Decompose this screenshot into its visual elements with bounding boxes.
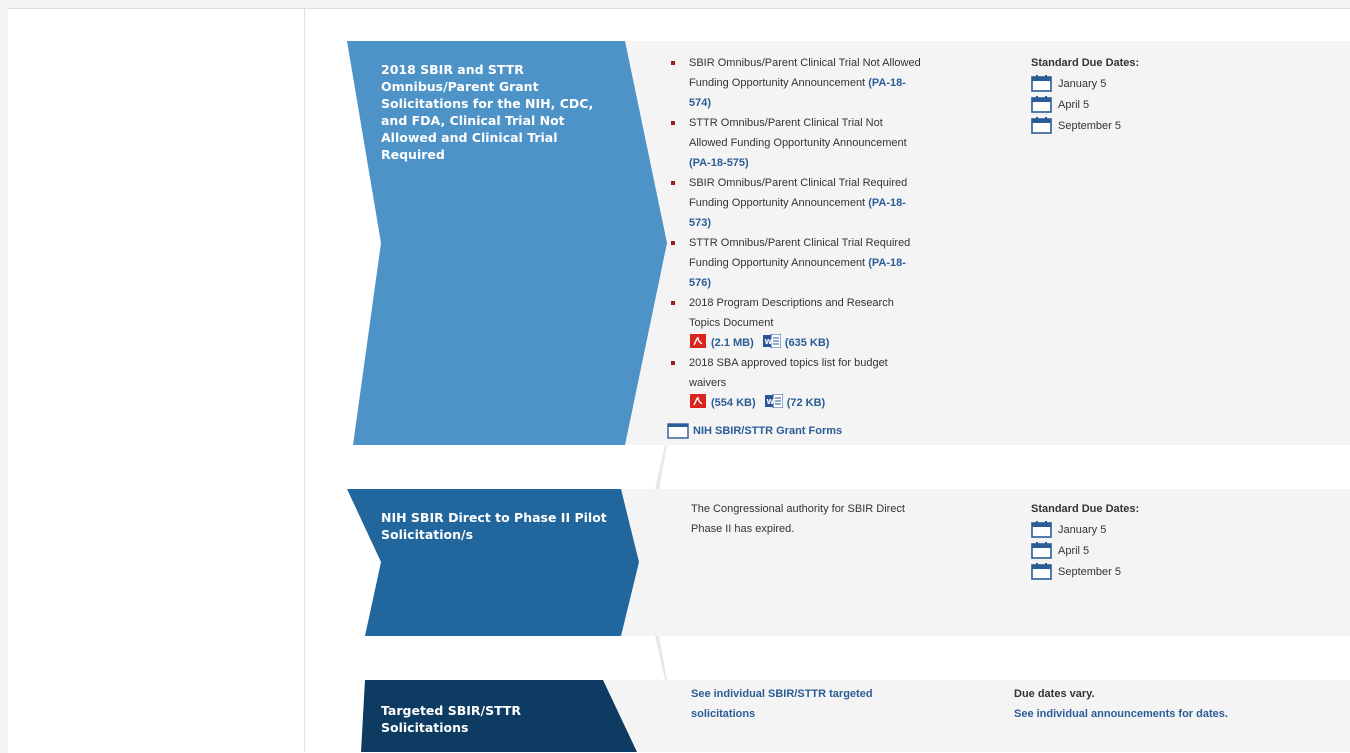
- pdf-icon[interactable]: [689, 394, 707, 408]
- pdf-size-link[interactable]: (554 KB): [711, 397, 756, 409]
- pa-link[interactable]: (PA-18-: [868, 77, 906, 89]
- pa-link-cont[interactable]: 576): [689, 277, 711, 289]
- solicitation-row-omnibus: 2018 SBIR and STTR Omnibus/Parent Grant …: [347, 41, 1350, 445]
- pa-link[interactable]: (PA-18-: [868, 257, 906, 269]
- list-item: 2018 Program Descriptions and Research T…: [667, 293, 967, 353]
- calendar-icon: [1031, 521, 1052, 538]
- grant-forms-link[interactable]: NIH SBIR/STTR Grant Forms: [667, 421, 967, 441]
- list-item: STTR Omnibus/Parent Clinical Trial Not A…: [667, 113, 967, 173]
- left-sidebar: [8, 9, 305, 752]
- description-column: The Congressional authority for SBIR Dir…: [691, 503, 905, 535]
- due-dates-column: Standard Due Dates: January 5 April 5 Se…: [1031, 499, 1231, 582]
- solicitation-row-direct-phase2: NIH SBIR Direct to Phase II Pilot Solici…: [347, 489, 1350, 636]
- pa-link[interactable]: (PA-18-: [868, 197, 906, 209]
- pdf-size-link[interactable]: (2.1 MB): [711, 337, 754, 349]
- due-date-item: April 5: [1031, 540, 1231, 561]
- due-dates-heading: Standard Due Dates:: [1031, 57, 1140, 69]
- calendar-icon: [1031, 563, 1052, 580]
- due-date-item: September 5: [1031, 561, 1231, 582]
- list-item: STTR Omnibus/Parent Clinical Trial Requi…: [667, 233, 967, 293]
- svg-text:W: W: [766, 398, 774, 406]
- due-date-item: April 5: [1031, 94, 1231, 115]
- calendar-icon: [1031, 75, 1052, 92]
- due-date-item: January 5: [1031, 73, 1231, 94]
- window-icon: [667, 423, 689, 439]
- calendar-icon: [1031, 117, 1052, 134]
- row-title: NIH SBIR Direct to Phase II Pilot Solici…: [381, 510, 607, 542]
- list-item: SBIR Omnibus/Parent Clinical Trial Requi…: [667, 173, 967, 233]
- documents-column: SBIR Omnibus/Parent Clinical Trial Not A…: [667, 53, 967, 441]
- pa-link-cont[interactable]: 573): [689, 217, 711, 229]
- pdf-icon[interactable]: [689, 334, 707, 348]
- list-item: SBIR Omnibus/Parent Clinical Trial Not A…: [667, 53, 967, 113]
- due-date-item: September 5: [1031, 115, 1231, 136]
- pa-link[interactable]: (PA-18-575): [689, 157, 749, 169]
- announcements-link[interactable]: See individual announcements for dates.: [1014, 708, 1228, 720]
- row-connector: [655, 636, 669, 680]
- svg-text:W: W: [764, 338, 772, 346]
- due-dates-heading: Standard Due Dates:: [1031, 503, 1140, 515]
- calendar-icon: [1031, 542, 1052, 559]
- grant-forms-label[interactable]: NIH SBIR/STTR Grant Forms: [693, 421, 842, 441]
- description-column: See individual SBIR/STTR targeted solici…: [691, 684, 991, 724]
- due-dates-column: Standard Due Dates: January 5 April 5 Se…: [1031, 53, 1231, 136]
- word-size-link[interactable]: (635 KB): [785, 337, 830, 349]
- row-title: 2018 SBIR and STTR Omnibus/Parent Grant …: [381, 62, 594, 162]
- calendar-icon: [1031, 96, 1052, 113]
- due-dates-heading: Due dates vary.: [1014, 688, 1095, 700]
- row-title: Targeted SBIR/STTR Solicitations: [381, 703, 522, 735]
- list-item: 2018 SBA approved topics list for budget…: [667, 353, 967, 413]
- solicitation-row-targeted: Targeted SBIR/STTR Solicitations See ind…: [347, 680, 1350, 752]
- pa-link-cont[interactable]: 574): [689, 97, 711, 109]
- word-icon[interactable]: W: [764, 393, 784, 409]
- word-size-link[interactable]: (72 KB): [787, 397, 826, 409]
- due-date-item: January 5: [1031, 519, 1231, 540]
- targeted-solicitations-link[interactable]: See individual SBIR/STTR targeted solici…: [691, 684, 991, 724]
- due-dates-column: Due dates vary. See individual announcem…: [1014, 684, 1334, 724]
- row-connector: [655, 445, 669, 489]
- word-icon[interactable]: W: [762, 333, 782, 349]
